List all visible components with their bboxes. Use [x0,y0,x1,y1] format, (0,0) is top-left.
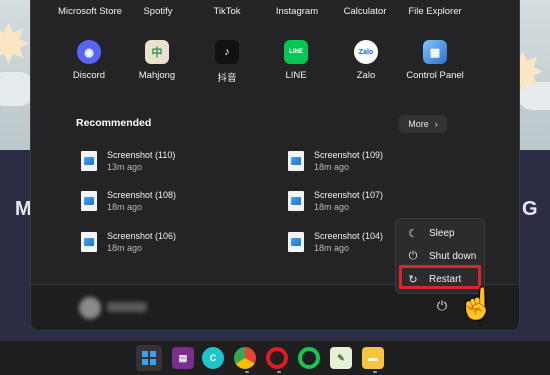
recommended-item-time: 18m ago [314,202,350,212]
recommended-item[interactable]: Screenshot (109) 18m ago [288,147,458,175]
pinned-app-label: 抖音 [217,73,237,84]
file-explorer-icon[interactable]: ▬ [362,347,384,369]
recommended-item[interactable]: Screenshot (108) 18m ago [81,187,251,215]
recommended-item-time: 18m ago [314,243,350,253]
power-icon: ⏻ [408,249,418,262]
canva-icon[interactable]: C [202,347,224,369]
winrar-icon[interactable]: ▤ [172,347,194,369]
running-indicator [245,371,249,373]
pinned-app-control-panel[interactable]: ▦ Control Panel [395,40,475,92]
pinned-app-label: Zalo [356,70,376,81]
user-name-blurred [107,302,147,312]
recommended-item[interactable]: Screenshot (107) 18m ago [288,187,458,215]
douyin-icon: ♪ [215,40,239,64]
sleep-menu-item[interactable]: ☾ Sleep [400,223,482,243]
recommended-item-time: 18m ago [314,162,350,172]
wallpaper-letter-right: G [522,198,539,220]
more-button[interactable]: More › [399,115,447,133]
recommended-item-name: Screenshot (108) [107,190,177,200]
windows-logo-icon [142,351,156,365]
recommended-item-name: Screenshot (104) [314,231,384,241]
avatar[interactable] [79,297,101,319]
image-file-icon [288,151,304,171]
pinned-app-douyin[interactable]: ♪ 抖音 [187,40,267,92]
image-file-icon [288,191,304,211]
power-menu: ☾ Sleep ⏻ Shut down ↻ Restart [395,218,485,294]
power-icon[interactable]: ⏻ [435,299,449,313]
recommended-item-name: Screenshot (110) [107,150,176,160]
opera-icon[interactable] [266,347,288,369]
recommended-item-time: 13m ago [107,162,143,172]
discord-icon: ◉ [77,40,101,64]
wallpaper-star: ✸ [0,15,32,75]
shut-down-menu-item[interactable]: ⏻ Shut down [400,246,482,266]
taskbar: ▤ C ✎ ▬ [0,340,550,375]
pinned-app-zalo[interactable]: Zalo Zalo [326,40,406,92]
recommended-item[interactable]: Screenshot (110) 13m ago [81,147,251,175]
moon-icon: ☾ [408,227,418,240]
pinned-app-file-explorer[interactable]: File Explorer [390,6,480,17]
recommended-item-name: Screenshot (109) [314,150,384,160]
pinned-app-label: LINE [285,70,307,81]
image-file-icon [81,191,97,211]
start-button[interactable] [136,345,162,371]
hand-cursor-icon: ☝ [458,288,496,321]
opera-gx-icon[interactable] [298,347,320,369]
image-file-icon [81,232,97,252]
pinned-app-label: Discord [72,70,106,81]
recommended-item-time: 18m ago [107,202,143,212]
more-button-label: More [408,119,429,129]
chrome-icon[interactable] [234,347,256,369]
pinned-app-mahjong[interactable]: 中 Mahjong [117,40,197,92]
image-file-icon [288,232,304,252]
image-file-icon [81,151,97,171]
chevron-right-icon: › [434,119,438,129]
recommended-item-name: Screenshot (107) [314,190,384,200]
shut-down-label: Shut down [429,250,477,262]
notepad-icon[interactable]: ✎ [330,347,352,369]
recommended-heading: Recommended [76,117,152,129]
desktop: ✸ ✸ M G Microsoft Store Spotify TikTok I… [0,0,550,375]
mahjong-icon: 中 [145,40,169,64]
restart-icon: ↻ [408,273,418,286]
control-panel-icon: ▦ [423,40,447,64]
pinned-app-label: Mahjong [138,70,176,81]
zalo-icon: Zalo [354,40,378,64]
line-icon: LINE [284,40,308,64]
pinned-app-line[interactable]: LINE LINE [256,40,336,92]
recommended-item-time: 18m ago [107,243,143,253]
pinned-app-label: Control Panel [406,70,464,81]
restart-menu-item[interactable]: ↻ Restart [400,269,482,289]
recommended-item[interactable]: Screenshot (106) 18m ago [81,228,251,256]
sleep-label: Sleep [429,227,455,239]
running-indicator [373,371,377,373]
recommended-item-name: Screenshot (106) [107,231,177,241]
restart-label: Restart [429,273,462,285]
running-indicator [277,371,281,373]
